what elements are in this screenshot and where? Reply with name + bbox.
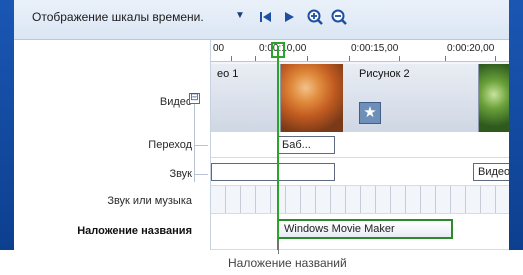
track-label-music[interactable]: Звук или музыка [107,195,192,207]
timeline-panel: Отображение шкалы времени. ▼ Видео ⊟ Пер… [14,0,509,250]
track-label-title-overlay[interactable]: Наложение названия [77,225,192,237]
track-label-video[interactable]: Видео [160,96,192,108]
video-track: ео 1 Рисунок 2 ★ [211,64,509,132]
playhead-handle[interactable] [271,42,285,58]
callout-pointer [278,242,279,254]
audio-video-clip[interactable]: Видео [473,163,509,181]
zoom-out-icon[interactable] [330,8,348,26]
ruler-tick [231,56,232,61]
title-overlay-clip[interactable]: Windows Movie Maker [277,219,453,239]
rewind-icon[interactable] [257,8,275,26]
clip-thumbnail[interactable] [281,64,343,132]
star-icon: ★ [359,102,381,124]
view-mode-label[interactable]: Отображение шкалы времени. [32,10,204,24]
collapse-icon[interactable]: ⊟ [189,93,200,104]
picture-clip-2[interactable]: Рисунок 2 ★ [343,64,479,132]
ruler-tick [445,56,446,61]
ruler-tick [307,56,308,61]
clip-label: Рисунок 2 [359,68,410,80]
transition-row: Баб... [211,132,509,158]
tree-connector [194,145,208,146]
play-icon[interactable] [280,8,298,26]
timeline-area[interactable]: 00 0:00:10,00 0:00:15,00 0:00:20,00 ео 1… [211,40,509,250]
music-row [211,186,509,214]
tree-connector [194,174,208,175]
zoom-in-icon[interactable] [306,8,324,26]
track-label-transition[interactable]: Переход [148,139,192,151]
timeline-toolbar: Отображение шкалы времени. ▼ [14,0,509,40]
chevron-down-icon[interactable]: ▼ [235,10,245,21]
ruler-tick-label: 0:00:20,00 [447,43,495,54]
tree-connector [194,104,195,182]
callout-label: Наложение названий [228,256,347,270]
ruler-tick-label: 00 [213,43,225,54]
window-frame-right [509,0,523,250]
ruler-tick-label: 0:00:15,00 [351,43,399,54]
audio-clip[interactable] [211,163,335,181]
track-label-audio[interactable]: Звук [169,168,192,180]
track-labels: Видео ⊟ Переход Звук Звук или музыка Нал… [14,40,211,250]
window-frame-left [0,0,14,250]
audio-row: Видео [211,158,509,186]
transition-clip[interactable]: Баб... [277,136,335,154]
ruler-tick [255,56,256,61]
clip-label: ео 1 [217,68,239,80]
ruler-tick [495,56,496,61]
ruler-tick [349,56,350,61]
time-ruler[interactable]: 00 0:00:10,00 0:00:15,00 0:00:20,00 [211,40,509,62]
ruler-tick [399,56,400,61]
playhead-line[interactable] [277,46,279,250]
video-clip-1[interactable]: ео 1 [211,64,281,132]
clip-thumbnail[interactable] [479,64,509,132]
